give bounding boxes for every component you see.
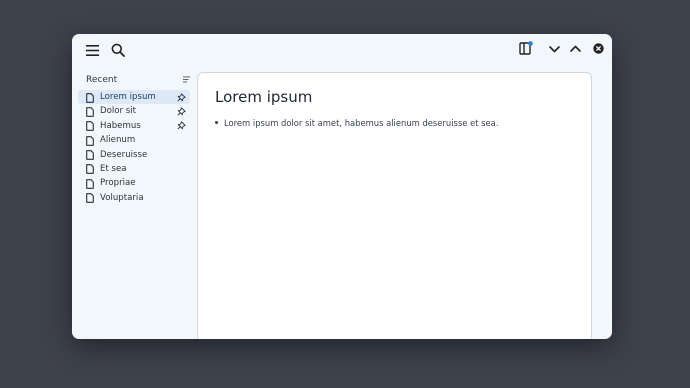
sidebar-panel-icon[interactable] [518, 40, 534, 56]
chevron-down-icon[interactable] [547, 42, 561, 56]
page-title: Lorem ipsum [215, 88, 313, 106]
hamburger-menu-icon[interactable] [84, 42, 100, 58]
bullet-text: Lorem ipsum dolor sit amet, habemus alie… [224, 118, 499, 128]
list-item-label: Propriae [100, 178, 136, 189]
list-item[interactable]: Voluptaria [78, 191, 190, 205]
bullet-dot [215, 121, 218, 124]
list-item[interactable]: Lorem ipsum [78, 90, 190, 105]
pin-icon[interactable] [177, 121, 186, 133]
list-item[interactable]: Alienum [78, 133, 190, 147]
recent-list: Lorem ipsum Dolor sit Habemus Alienum De… [78, 90, 190, 205]
document-icon [86, 135, 94, 149]
app-window: Recent Lorem ipsum Dolor sit Habemus Ali… [72, 34, 612, 339]
bullet-item: Lorem ipsum dolor sit amet, habemus alie… [215, 118, 498, 128]
list-item-label: Deseruisse [100, 149, 148, 160]
sidebar-title: Recent [86, 75, 118, 85]
list-item-label: Alienum [100, 135, 136, 146]
pin-icon[interactable] [177, 107, 186, 119]
document-icon [86, 178, 94, 192]
list-item-label: Habemus [100, 120, 141, 131]
close-icon[interactable] [591, 41, 605, 55]
document-view: Lorem ipsum Lorem ipsum dolor sit amet, … [197, 72, 592, 339]
list-item[interactable]: Propriae [78, 176, 190, 190]
list-item-label: Dolor sit [100, 106, 137, 117]
search-icon[interactable] [109, 41, 127, 59]
document-icon [86, 193, 94, 206]
list-item-label: Et sea [100, 163, 127, 174]
sort-icon[interactable] [183, 76, 190, 86]
list-item-label: Lorem ipsum [100, 92, 156, 102]
chevron-up-icon[interactable] [568, 41, 582, 55]
list-item[interactable]: Dolor sit [78, 104, 190, 118]
list-item[interactable]: Deseruisse [78, 148, 190, 162]
list-item[interactable]: Habemus [78, 119, 190, 133]
list-item-label: Voluptaria [100, 192, 144, 203]
document-icon [86, 107, 94, 120]
pin-icon[interactable] [177, 92, 186, 105]
sidebar-header: Recent [86, 75, 190, 87]
list-item[interactable]: Et sea [78, 162, 190, 176]
